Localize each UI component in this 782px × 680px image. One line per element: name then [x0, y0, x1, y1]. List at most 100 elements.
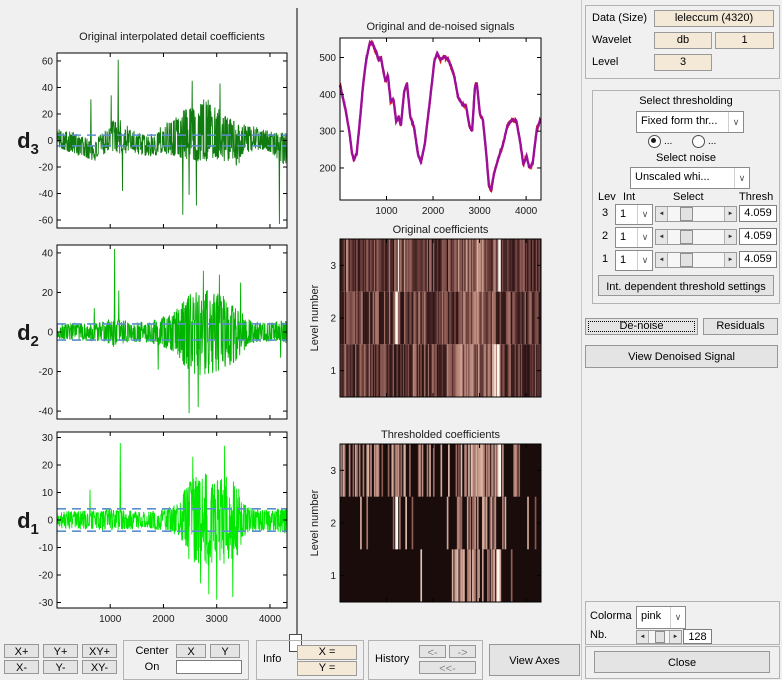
slider-left-arrow-icon[interactable]: ◄	[656, 253, 668, 267]
int-select-lev2[interactable]: 1 ∨	[615, 227, 653, 248]
threshold-slider-lev2[interactable]: ◄ ►	[655, 229, 737, 245]
chevron-down-icon[interactable]: ∨	[637, 205, 652, 224]
threshold-radio-hard-label: ...	[708, 136, 717, 147]
plot-title: Thresholded coefficients	[381, 429, 501, 441]
slider-right-arrow-icon[interactable]: ►	[669, 631, 681, 643]
svg-text:-20: -20	[39, 163, 54, 174]
chevron-down-icon[interactable]: ∨	[734, 168, 749, 188]
select-thresholding-title: Select thresholding	[639, 95, 733, 107]
colormap-select[interactable]: pink ∨	[636, 606, 686, 629]
threshold-slider-lev3[interactable]: ◄ ►	[655, 206, 737, 222]
col-header-int: Int	[623, 191, 636, 203]
center-y-button[interactable]: Y	[210, 644, 240, 658]
history-forward-button[interactable]: ->	[449, 645, 476, 658]
zoom-x-minus-button[interactable]: X-	[4, 660, 39, 674]
center-on-input[interactable]	[176, 660, 242, 674]
zoom-x-plus-button[interactable]: X+	[4, 644, 39, 658]
chevron-down-icon[interactable]: ∨	[728, 112, 743, 132]
data-info-group: Data (Size) leleccum (4320) Wavelet db 1…	[585, 5, 780, 79]
nb-colors-value[interactable]: 128	[683, 629, 712, 644]
svg-text:400: 400	[319, 90, 336, 101]
noise-structure-value: Unscaled whi...	[635, 171, 710, 183]
svg-text:-60: -60	[39, 216, 54, 227]
view-axes-button[interactable]: View Axes	[489, 644, 580, 676]
plot-d1[interactable]: 1000 2000 3000 4000 30 20 10 0 -10 -20 -30 d1	[17, 431, 288, 625]
view-denoised-signal-button[interactable]: View Denoised Signal	[585, 345, 778, 368]
threshold-slider-lev1[interactable]: ◄ ►	[655, 252, 737, 268]
center-label: Center	[135, 645, 169, 657]
svg-text:300: 300	[319, 127, 336, 138]
slider-left-arrow-icon[interactable]: ◄	[656, 207, 668, 221]
svg-text:2: 2	[330, 314, 336, 325]
radio-icon	[692, 135, 705, 148]
chevron-down-icon[interactable]: ∨	[637, 228, 652, 247]
wavelet-label: Wavelet	[592, 34, 632, 46]
axis-label: d3	[17, 128, 39, 158]
level-value[interactable]: 3	[654, 54, 712, 71]
residuals-button[interactable]: Residuals	[703, 318, 778, 335]
svg-text:2000: 2000	[422, 206, 445, 217]
info-x-field: X =	[297, 645, 357, 660]
svg-text:-10: -10	[39, 543, 54, 554]
chevron-down-icon[interactable]: ∨	[670, 607, 685, 628]
zoom-y-plus-button[interactable]: Y+	[43, 644, 78, 658]
svg-text:3: 3	[330, 261, 336, 272]
svg-text:10: 10	[42, 488, 54, 499]
colormap-value: pink	[641, 610, 662, 622]
svg-text:3000: 3000	[206, 614, 229, 625]
panel-separator	[296, 8, 298, 636]
plot-d3[interactable]: 60 40 20 0 -20 -40 -60 Original interpolated de…	[17, 31, 288, 229]
svg-text:2: 2	[330, 519, 336, 530]
col-header-thresh: Thresh	[739, 191, 774, 203]
close-button[interactable]: Close	[594, 651, 770, 673]
threshold-value-lev3[interactable]: 4.059	[739, 205, 777, 222]
chevron-down-icon[interactable]: ∨	[637, 251, 652, 270]
int-value-lev1: 1	[620, 254, 627, 266]
slider-left-arrow-icon[interactable]: ◄	[656, 230, 668, 244]
colormap-label: Colorma	[590, 610, 632, 622]
close-group: Close	[585, 646, 780, 679]
svg-text:0: 0	[47, 136, 53, 147]
int-select-lev1[interactable]: 1 ∨	[615, 250, 653, 271]
nb-colors-slider[interactable]: ◄ ►	[636, 630, 682, 644]
int-select-lev3[interactable]: 1 ∨	[615, 204, 653, 225]
thresholding-method-select[interactable]: Fixed form thr... ∨	[636, 111, 744, 133]
zoom-y-minus-button[interactable]: Y-	[43, 660, 78, 674]
svg-text:1: 1	[330, 571, 336, 582]
threshold-value-lev1[interactable]: 4.059	[739, 251, 777, 268]
zoom-xy-plus-button[interactable]: XY+	[82, 644, 117, 658]
svg-text:-30: -30	[39, 598, 54, 609]
plot-title: Original coefficients	[393, 224, 489, 236]
axis-label: d1	[17, 508, 39, 538]
threshold-value-lev2[interactable]: 4.059	[739, 228, 777, 245]
plot-signal[interactable]: 1000 2000 3000 4000 500 400 300 200 Original and…	[319, 21, 542, 217]
threshold-radio-soft[interactable]: ...	[648, 135, 672, 148]
plot-coef_thr[interactable]: 3 2 1 Thresholded coefficients Level number	[309, 429, 542, 603]
threshold-radio-hard[interactable]: ...	[692, 135, 716, 148]
slider-left-arrow-icon[interactable]: ◄	[637, 631, 649, 643]
slider-right-arrow-icon[interactable]: ►	[724, 230, 736, 244]
slider-right-arrow-icon[interactable]: ►	[724, 253, 736, 267]
plot-d2[interactable]: 40 20 0 -20 -40 d2	[17, 244, 288, 420]
row-lev-2: 2	[602, 230, 609, 242]
svg-text:60: 60	[42, 56, 54, 67]
history-back-button[interactable]: <-	[419, 645, 446, 658]
center-x-button[interactable]: X	[176, 644, 206, 658]
int-dependent-threshold-button[interactable]: Int. dependent threshold settings	[598, 275, 774, 296]
history-reset-button[interactable]: <<-	[419, 661, 476, 674]
wavelet-order-value[interactable]: 1	[715, 32, 774, 49]
info-y-field: Y =	[297, 661, 357, 676]
center-on-group: Center On X Y	[123, 640, 249, 680]
info-label: Info	[263, 653, 282, 665]
slider-right-arrow-icon[interactable]: ►	[724, 207, 736, 221]
svg-text:-40: -40	[39, 407, 54, 418]
history-label: History	[375, 653, 410, 665]
svg-text:3: 3	[330, 466, 336, 477]
denoise-button[interactable]: De-noise	[585, 318, 698, 335]
wavelet-family-value[interactable]: db	[654, 32, 712, 49]
svg-text:-40: -40	[39, 189, 54, 200]
plot-coef_orig[interactable]: 3 2 1 Original coefficients Level number	[309, 224, 542, 398]
noise-structure-select[interactable]: Unscaled whi... ∨	[630, 167, 750, 189]
svg-text:1000: 1000	[99, 614, 122, 625]
zoom-xy-minus-button[interactable]: XY-	[82, 660, 117, 674]
